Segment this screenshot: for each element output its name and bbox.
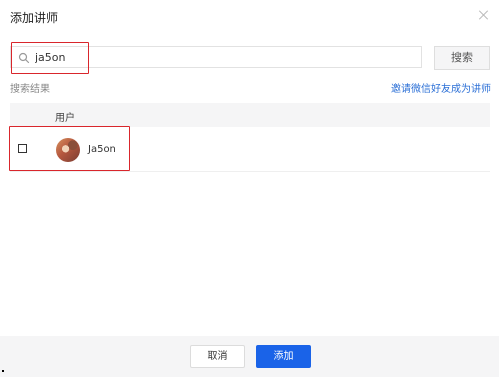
- search-button[interactable]: 搜索: [434, 46, 490, 70]
- dialog-footer: [0, 336, 499, 377]
- table-header: 用户: [10, 103, 490, 127]
- row-checkbox[interactable]: [18, 144, 27, 153]
- search-results-label: 搜索结果: [10, 84, 50, 95]
- stray-dot: [2, 370, 4, 372]
- search-box: [10, 46, 422, 68]
- username: Ja5on: [88, 144, 116, 155]
- avatar: [56, 138, 80, 162]
- add-lecturer-dialog: 添加讲师 搜索 搜索结果 邀请微信好友成为讲师 用户 Ja5on 取消 添加: [0, 0, 499, 377]
- dialog-title: 添加讲师: [10, 11, 59, 25]
- invite-wechat-friend-link[interactable]: 邀请微信好友成为讲师: [391, 80, 491, 95]
- close-icon[interactable]: [477, 8, 491, 22]
- search-icon: [18, 52, 30, 64]
- column-header-user: 用户: [55, 113, 75, 124]
- search-input[interactable]: [35, 47, 415, 67]
- table-row: Ja5on: [10, 127, 490, 172]
- cancel-button[interactable]: 取消: [190, 345, 245, 368]
- add-button[interactable]: 添加: [256, 345, 311, 368]
